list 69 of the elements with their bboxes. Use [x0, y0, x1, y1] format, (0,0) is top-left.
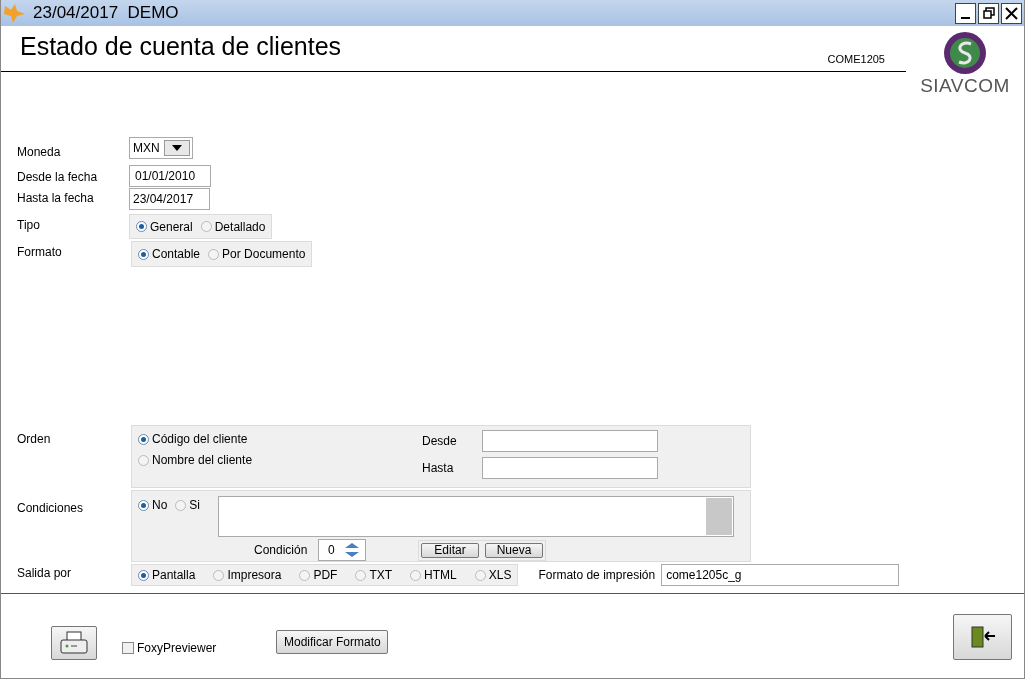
- close-icon: [1005, 6, 1018, 20]
- input-field[interactable]: [482, 457, 658, 479]
- window-title: 23/04/2017 DEMO: [33, 2, 179, 25]
- date-field[interactable]: 01/01/2010: [129, 164, 211, 187]
- field-label: Orden: [17, 431, 52, 448]
- scrollbar: [706, 498, 732, 535]
- field-label: FoxyPreviewer: [137, 640, 217, 657]
- minimize-button[interactable]: [955, 2, 976, 24]
- field-label: Salida por: [17, 565, 73, 582]
- exit-button[interactable]: [953, 614, 1012, 660]
- field-label: Hasta la fecha: [17, 189, 95, 207]
- radio-button[interactable]: [175, 499, 187, 511]
- radio-option[interactable]: Código del cliente: [138, 430, 422, 448]
- conditions-text-area[interactable]: [218, 496, 734, 537]
- input-field[interactable]: [482, 430, 658, 452]
- radio-button[interactable]: [138, 454, 149, 466]
- field-label: Desde: [422, 433, 458, 450]
- field-label: Condiciones: [17, 500, 85, 517]
- modify-format-button[interactable]: Modificar Formato: [276, 630, 389, 654]
- radio-button[interactable]: [138, 433, 149, 445]
- radio-button[interactable]: [138, 499, 149, 511]
- restore-icon: [982, 7, 995, 19]
- radio-button[interactable]: [410, 569, 422, 581]
- radio-button[interactable]: [299, 569, 311, 581]
- page-title: Estado de cuenta de clientes: [20, 31, 342, 62]
- radio-option[interactable]: Pantalla: [138, 566, 196, 584]
- radio-option[interactable]: Si: [175, 496, 200, 514]
- radio-option[interactable]: Detallado: [200, 217, 266, 236]
- field-label: Condición: [254, 542, 309, 559]
- action-button[interactable]: Editar: [421, 542, 479, 558]
- action-button[interactable]: Nueva: [485, 542, 543, 558]
- radio-button[interactable]: [138, 248, 149, 260]
- radio-button[interactable]: [474, 569, 486, 581]
- field-label: Desde la fecha: [17, 169, 99, 186]
- radio-option[interactable]: Impresora: [213, 566, 282, 584]
- radio-option[interactable]: No: [138, 496, 168, 514]
- logo-text: SIAVCOM: [920, 76, 1010, 96]
- radio-option[interactable]: XLS: [474, 566, 512, 584]
- field-label: Hasta: [422, 460, 455, 477]
- logo-emblem-icon: [941, 30, 989, 76]
- radio-button[interactable]: [138, 569, 149, 581]
- report-code: COME1205: [827, 52, 885, 67]
- radio-option[interactable]: TXT: [355, 566, 393, 584]
- radio-option[interactable]: Por Documento: [208, 245, 306, 263]
- radio-button[interactable]: [355, 569, 367, 581]
- radio-option[interactable]: General: [136, 217, 193, 236]
- field-label: Formato: [17, 244, 63, 261]
- currency-dropdown[interactable]: MXN: [129, 137, 193, 159]
- radio-button[interactable]: [213, 569, 225, 581]
- date-field[interactable]: 23/04/2017: [129, 187, 210, 210]
- radio-option[interactable]: HTML: [410, 566, 457, 584]
- exit-door-icon: [968, 625, 997, 649]
- field-label: Tipo: [17, 217, 41, 234]
- radio-option[interactable]: Contable: [138, 245, 201, 263]
- number-spinner[interactable]: 0: [318, 539, 366, 561]
- radio-option[interactable]: Nombre del cliente: [138, 451, 422, 469]
- field-label: Formato de impresión: [538, 567, 656, 584]
- restore-button[interactable]: [978, 2, 999, 24]
- radio-button[interactable]: [200, 221, 212, 232]
- close-button[interactable]: [1001, 2, 1022, 24]
- radio-button[interactable]: [136, 221, 147, 232]
- dropdown-caret-icon: [171, 145, 182, 151]
- checkbox[interactable]: [122, 642, 134, 654]
- radio-button[interactable]: [208, 248, 220, 260]
- field-label: Moneda: [17, 144, 62, 161]
- print-button[interactable]: [51, 626, 97, 660]
- radio-option[interactable]: PDF: [299, 566, 338, 584]
- input-field[interactable]: come1205c_g: [661, 564, 900, 586]
- printer-icon: [59, 631, 89, 655]
